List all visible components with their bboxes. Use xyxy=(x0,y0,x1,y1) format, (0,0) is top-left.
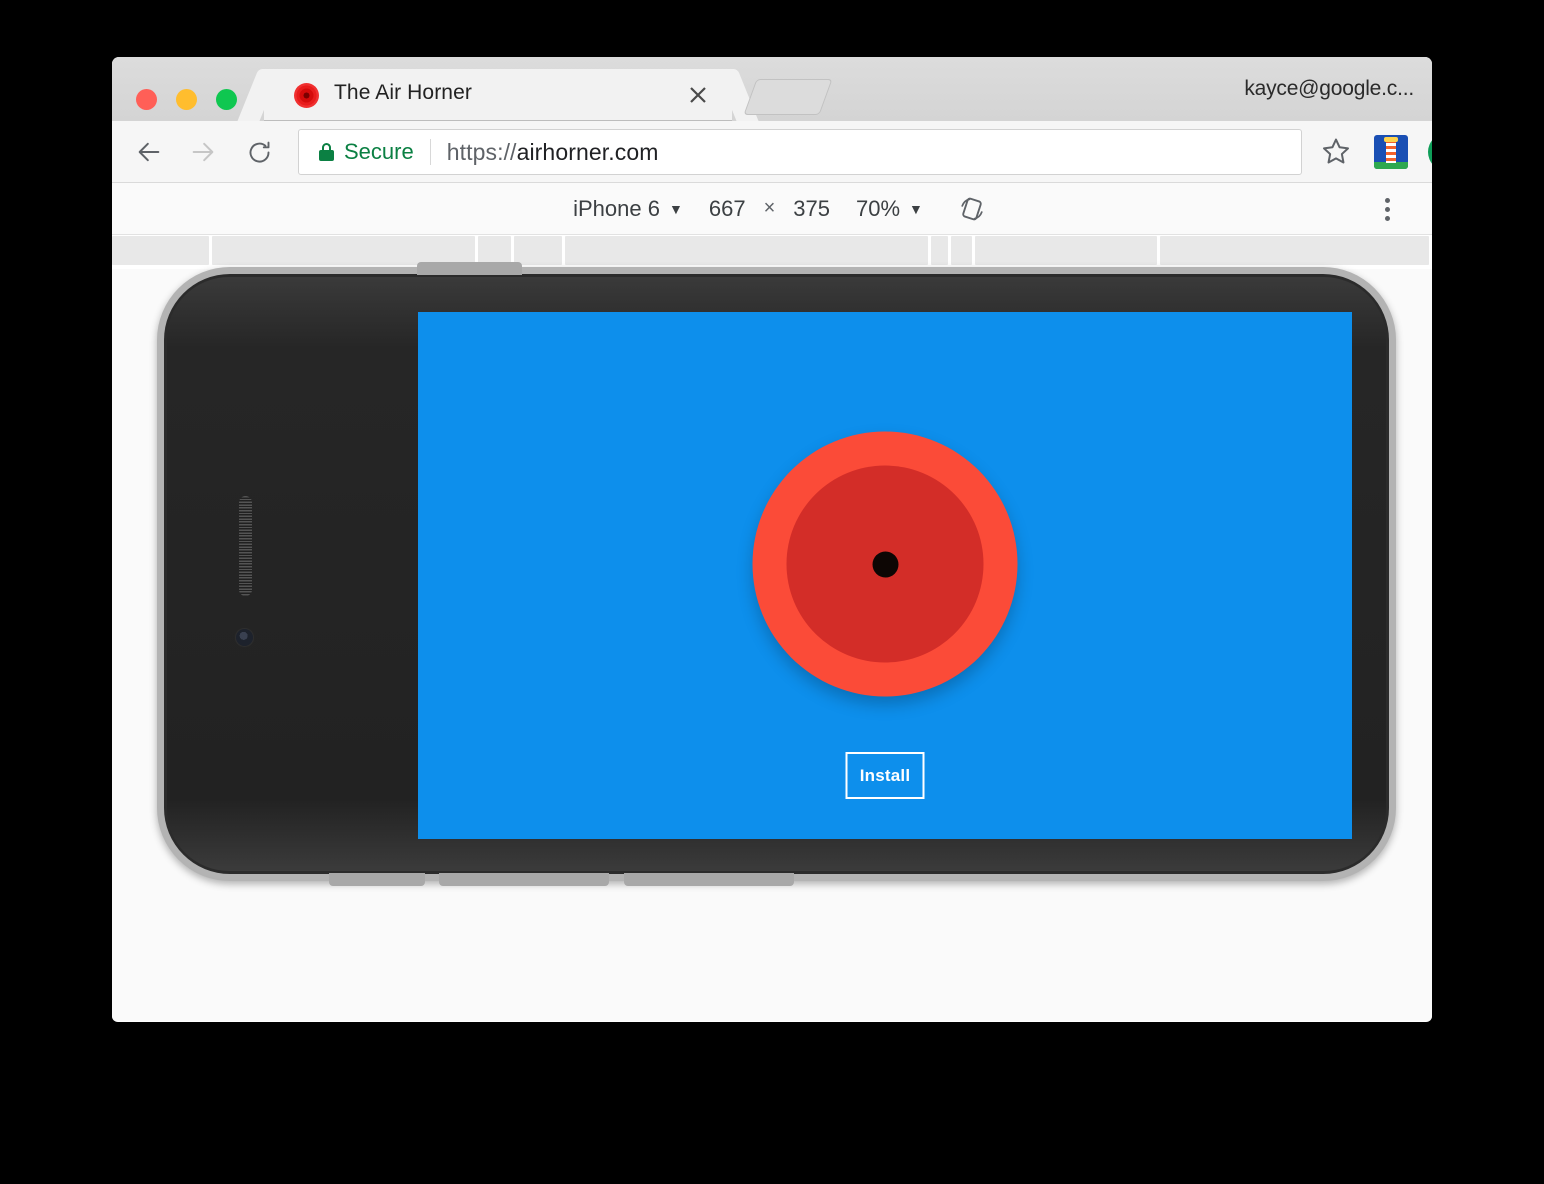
chevron-down-icon: ▼ xyxy=(668,200,683,217)
browser-toolbar: Secure https://airhorner.com xyxy=(112,121,1432,183)
reload-icon[interactable] xyxy=(242,135,276,169)
bookmarks-bar xyxy=(112,235,1432,269)
device-viewport-area: Install xyxy=(112,262,1432,1021)
bookmark-item[interactable] xyxy=(1160,236,1429,265)
airhorn-favicon xyxy=(294,83,319,108)
viewport-height-input[interactable]: 375 xyxy=(783,196,840,222)
power-button xyxy=(417,262,522,275)
bookmark-item[interactable] xyxy=(477,236,512,265)
security-label: Secure xyxy=(344,139,414,164)
front-camera xyxy=(236,629,253,646)
tab-strip: The Air Horner kayce@google.c... xyxy=(112,57,1432,121)
emulated-phone-frame: Install xyxy=(164,262,1389,886)
close-icon[interactable] xyxy=(686,83,710,107)
lighthouse-extension-icon[interactable] xyxy=(1374,135,1408,169)
forward-arrow-icon xyxy=(186,135,220,169)
address-bar[interactable]: Secure https://airhorner.com xyxy=(298,129,1302,175)
device-emulation-toolbar: iPhone 6 ▼ 667 × 375 70% ▼ xyxy=(112,183,1432,235)
close-window-button[interactable] xyxy=(136,89,157,110)
minimize-window-button[interactable] xyxy=(176,89,197,110)
volume-up-button xyxy=(439,873,609,886)
volume-down-button xyxy=(624,873,794,886)
bookmark-item[interactable] xyxy=(212,236,475,265)
browser-window: The Air Horner kayce@google.c... Secure … xyxy=(112,57,1432,1022)
bookmark-item[interactable] xyxy=(930,236,948,265)
maximize-window-button[interactable] xyxy=(216,89,237,110)
horn-center-dot xyxy=(872,551,898,577)
app-screen: Install xyxy=(418,312,1352,839)
install-button[interactable]: Install xyxy=(845,752,925,799)
viewport-width-input[interactable]: 667 xyxy=(699,196,756,222)
url-host: airhorner.com xyxy=(516,138,659,165)
rotate-device-icon[interactable] xyxy=(957,194,987,224)
bookmark-item[interactable] xyxy=(565,236,928,265)
chevron-down-icon: ▼ xyxy=(909,200,923,217)
air-horn-button[interactable] xyxy=(752,431,1018,697)
zoom-level: 70% xyxy=(855,195,901,221)
omnibox-divider xyxy=(429,139,431,165)
account-label[interactable]: kayce@google.c... xyxy=(1244,77,1414,101)
bookmark-item[interactable] xyxy=(975,236,1158,265)
zoom-selector[interactable]: 70% ▼ xyxy=(840,196,939,222)
window-controls xyxy=(136,89,237,110)
bookmark-item[interactable] xyxy=(514,236,563,265)
silent-switch xyxy=(329,873,425,886)
bookmark-item[interactable] xyxy=(950,236,973,265)
device-name: iPhone 6 xyxy=(573,195,660,221)
new-tab-button[interactable] xyxy=(743,79,833,115)
tab-title: The Air Horner xyxy=(334,81,472,104)
url-scheme: https:// xyxy=(446,138,517,165)
bookmark-star-icon[interactable] xyxy=(1320,135,1354,169)
dimension-separator: × xyxy=(763,197,776,219)
url-text: https://airhorner.com xyxy=(447,139,659,166)
more-options-icon[interactable] xyxy=(1372,194,1402,224)
upload-share-icon[interactable] xyxy=(1428,133,1432,171)
lock-icon xyxy=(319,143,334,161)
speaker-grille xyxy=(239,496,252,596)
device-selector[interactable]: iPhone 6 ▼ xyxy=(557,196,699,222)
bookmark-item[interactable] xyxy=(112,236,210,265)
back-arrow-icon[interactable] xyxy=(132,135,166,169)
browser-tab[interactable]: The Air Horner xyxy=(264,69,732,121)
